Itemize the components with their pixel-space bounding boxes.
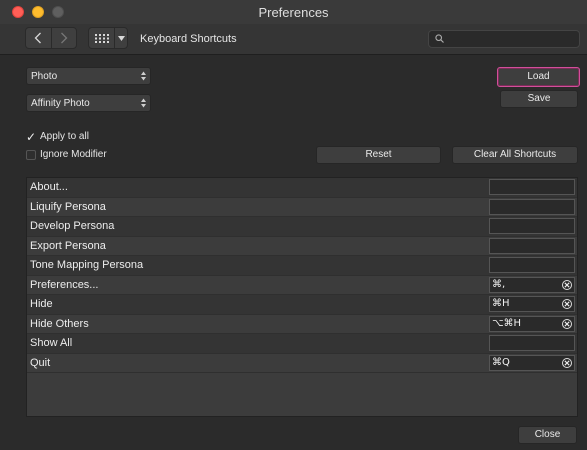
application-select[interactable]: Photo (26, 67, 151, 85)
chevron-down-icon (117, 35, 125, 41)
back-arrow-icon (34, 32, 42, 44)
shortcut-row[interactable]: About... (27, 178, 577, 198)
show-all-preferences-button[interactable] (88, 27, 128, 49)
shortcut-key-field[interactable]: ⌘Q (489, 354, 575, 371)
shortcut-label: Develop Persona (30, 220, 115, 232)
shortcut-row[interactable]: Liquify Persona (27, 197, 577, 217)
search-field[interactable] (428, 30, 580, 48)
shortcut-key: ⌘H (492, 298, 510, 309)
clear-icon[interactable] (562, 279, 572, 290)
back-button[interactable] (26, 28, 51, 48)
shortcut-key: ⌥⌘H (492, 317, 522, 329)
shortcut-label: Export Persona (30, 239, 106, 252)
ignore-modifier-label: Ignore Modifier (40, 149, 107, 160)
shortcut-row[interactable]: Show All (27, 334, 577, 354)
load-button[interactable]: Load (497, 67, 580, 87)
apply-to-all-option[interactable]: ✓ Apply to all (26, 129, 89, 144)
shortcut-row[interactable]: Export Persona (27, 236, 577, 256)
close-button[interactable]: Close (518, 426, 577, 444)
shortcut-label: Preferences... (30, 278, 99, 291)
stepper-arrows-icon (141, 98, 146, 108)
context-select[interactable]: Affinity Photo (26, 94, 151, 112)
toolbar: Keyboard Shortcuts (0, 24, 587, 55)
search-icon (435, 34, 444, 43)
shortcut-row[interactable]: Hide Others ⌥⌘H (27, 314, 577, 334)
shortcut-key-field[interactable] (489, 237, 575, 254)
ignore-modifier-option[interactable]: Ignore Modifier (26, 148, 107, 161)
reset-button[interactable]: Reset (316, 146, 441, 164)
shortcut-row[interactable]: Quit ⌘Q (27, 353, 577, 373)
context-select-value: Affinity Photo (31, 98, 90, 109)
forward-button[interactable] (50, 28, 77, 48)
title-bar: Preferences (0, 0, 587, 25)
shortcut-key-field[interactable] (489, 218, 575, 234)
apply-to-all-label: Apply to all (40, 131, 89, 142)
shortcut-row[interactable]: Tone Mapping Persona (27, 256, 577, 276)
pane-title: Keyboard Shortcuts (140, 33, 237, 45)
shortcut-key: ⌘Q (492, 356, 510, 368)
stepper-arrows-icon (141, 71, 146, 81)
shortcut-key-field[interactable]: ⌥⌘H (489, 315, 575, 332)
shortcut-key: ⌘, (492, 278, 506, 290)
forward-arrow-icon (60, 32, 68, 44)
shortcut-key-field[interactable]: ⌘, (489, 276, 575, 293)
shortcuts-list: About... Liquify Persona Develop Persona Ex… (26, 177, 578, 417)
shortcut-label: Tone Mapping Persona (30, 259, 144, 271)
shortcut-key-field[interactable] (489, 257, 575, 273)
apply-to-all-checkbox[interactable]: ✓ (26, 129, 37, 144)
clear-icon[interactable] (562, 318, 572, 329)
shortcut-label: Show All (30, 337, 73, 349)
ignore-modifier-checkbox[interactable] (26, 149, 36, 160)
window-title: Preferences (258, 5, 329, 20)
application-select-value: Photo (31, 71, 58, 82)
shortcut-label: Hide (30, 298, 53, 310)
clear-all-shortcuts-button[interactable]: Clear All Shortcuts (452, 146, 578, 164)
navigation-group (25, 27, 77, 49)
save-button[interactable]: Save (500, 90, 578, 108)
shortcut-key-field[interactable] (489, 198, 575, 215)
shortcut-row[interactable]: Preferences... ⌘, (27, 275, 577, 295)
checkmark-icon: ✓ (26, 129, 37, 144)
shortcut-label: Hide Others (30, 317, 89, 330)
shortcut-key-field[interactable] (489, 179, 575, 195)
shortcut-label: Quit (30, 356, 51, 369)
shortcut-row[interactable]: Develop Persona (27, 217, 577, 237)
shortcut-row[interactable]: Hide ⌘H (27, 295, 577, 315)
shortcut-key-field[interactable]: ⌘H (489, 296, 575, 312)
shortcut-key-field[interactable] (489, 335, 575, 351)
clear-icon[interactable] (562, 357, 572, 368)
shortcut-label: Liquify Persona (30, 200, 106, 213)
grid-icon (94, 33, 109, 43)
shortcut-label: About... (30, 181, 68, 193)
search-input[interactable] (449, 31, 573, 47)
clear-icon[interactable] (562, 299, 572, 309)
